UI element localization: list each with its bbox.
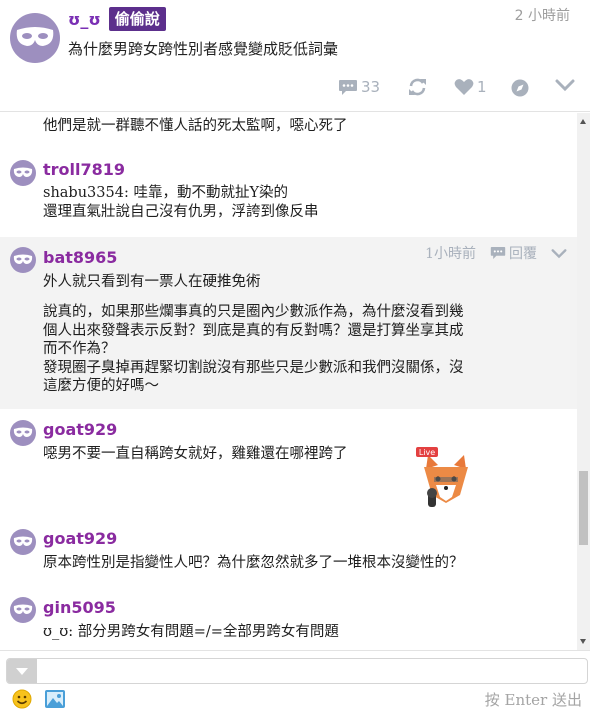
like-button[interactable]: 1 — [454, 78, 487, 96]
post-author-name[interactable]: ʊ_ʊ — [68, 10, 101, 29]
comment-username[interactable]: troll7819 — [43, 160, 125, 179]
comment-text: 噁男不要一直自稱跨女就好，雞雞還在哪裡跨了 — [43, 446, 348, 462]
comment-time: 1小時前 — [425, 246, 476, 262]
comment-username[interactable]: gin5095 — [43, 598, 116, 617]
scrollbar-thumb[interactable] — [579, 471, 588, 545]
comment-avatar[interactable] — [10, 247, 36, 273]
comment-avatar[interactable] — [10, 160, 36, 186]
scroll-up-arrow[interactable] — [580, 119, 586, 124]
comment-item: goat929 噁男不要一直自稱跨女就好，雞雞還在哪裡跨了 Live — [0, 409, 577, 519]
mask-icon — [13, 167, 33, 177]
mask-icon — [13, 536, 33, 546]
comment-count: 33 — [361, 78, 381, 96]
emoji-icon[interactable] — [12, 689, 32, 709]
reply-button[interactable]: 回覆 — [490, 243, 537, 263]
comment-item: troll7819 shabu3354: 哇靠，動不動就扯Y染的 還理直氣壯說自… — [0, 153, 577, 237]
comment-meta: 1小時前 回覆 — [425, 243, 567, 263]
chevron-down-icon — [555, 79, 575, 92]
post-header: ʊ_ʊ 偷偷說 2 小時前 為什麼男跨女跨性別者感覺變成貶低詞彙 33 1 — [0, 0, 590, 112]
comment-count-button[interactable]: 33 — [338, 78, 380, 96]
mask-icon — [13, 254, 33, 264]
comment-text-continued: 說真的，如果那些爛事真的只是圈內少數派作為，為什麼沒看到幾 個人出來發聲表示反對… — [43, 304, 464, 394]
comment-item: goat929 原本跨性別是指變性人吧？為什麼忽然就多了一堆根本沒變性的？ — [0, 519, 577, 585]
post-menu-button[interactable] — [555, 78, 575, 92]
composer-expand-button[interactable] — [7, 659, 37, 683]
comment-text: 原本跨性別是指變性人吧？為什麼忽然就多了一堆根本沒變性的？ — [43, 555, 464, 571]
comment-input[interactable] — [6, 658, 588, 684]
image-icon[interactable] — [44, 689, 66, 709]
comment-avatar[interactable] — [10, 420, 36, 446]
comment-item: bat8965 1小時前 回覆 外人就只看到有一票人在硬推免術 說真的，如果那些… — [0, 237, 577, 409]
comment-text: 他們是就一群聽不懂人話的死太監啊，噁心死了 — [43, 118, 348, 134]
comment-item: gin5095 ʊ_ʊ: 部分男跨女有問題=/=全部男跨女有問題 — [0, 585, 577, 650]
chevron-down-icon[interactable] — [551, 248, 567, 259]
reply-icon — [490, 247, 506, 259]
post-user-row: ʊ_ʊ 偷偷說 — [68, 7, 166, 31]
comment-icon — [339, 79, 357, 95]
comment-list[interactable]: 他們是就一群聽不懂人話的死太監啊，噁心死了 troll7819 shabu335… — [0, 113, 577, 650]
comment-username[interactable]: goat929 — [43, 420, 117, 439]
post-action-bar: 33 1 — [0, 78, 590, 100]
refresh-icon — [409, 78, 426, 96]
mask-icon — [13, 604, 33, 614]
compass-icon — [511, 79, 529, 97]
comment-text: shabu3354: 哇靠，動不動就扯Y染的 還理直氣壯說自己沒有仇男，浮誇到像… — [43, 185, 319, 220]
heart-icon — [454, 79, 474, 95]
explore-button[interactable] — [510, 78, 530, 98]
board-badge[interactable]: 偷偷說 — [108, 7, 166, 31]
post-author-avatar[interactable] — [10, 13, 60, 63]
refresh-button[interactable] — [408, 78, 427, 96]
post-title: 為什麼男跨女跨性別者感覺變成貶低詞彙 — [68, 40, 339, 58]
post-time: 2 小時前 — [514, 8, 570, 24]
comment-item: 他們是就一群聽不懂人話的死太監啊，噁心死了 — [0, 113, 577, 153]
scroll-down-arrow[interactable] — [580, 639, 586, 644]
reply-label: 回覆 — [509, 246, 537, 262]
comment-avatar[interactable] — [10, 597, 36, 623]
send-hint: 按 Enter 送出 — [484, 691, 582, 709]
comment-avatar[interactable] — [10, 529, 36, 555]
comment-text: 外人就只看到有一票人在硬推免術 — [43, 274, 261, 290]
mask-icon — [16, 27, 54, 46]
fox-sticker[interactable]: Live — [414, 443, 478, 509]
comment-text: ʊ_ʊ: 部分男跨女有問題=/=全部男跨女有問題 — [43, 624, 339, 640]
sticker-label: Live — [419, 448, 435, 457]
mask-icon — [13, 427, 33, 437]
comment-scrollbar[interactable] — [577, 113, 590, 650]
like-count: 1 — [477, 78, 487, 96]
comment-username[interactable]: goat929 — [43, 529, 117, 548]
comment-username[interactable]: bat8965 — [43, 248, 117, 267]
